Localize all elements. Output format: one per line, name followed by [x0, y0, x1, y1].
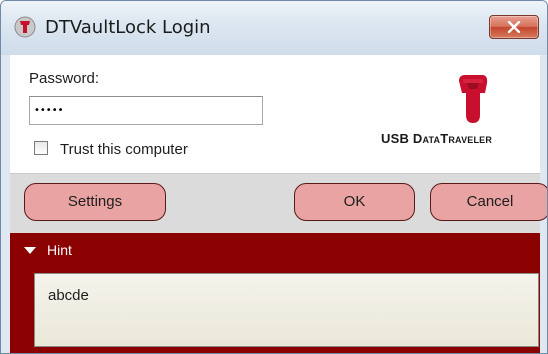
- cancel-button[interactable]: Cancel: [430, 183, 547, 221]
- triangle-down-icon[interactable]: [24, 247, 36, 255]
- ok-button[interactable]: OK: [294, 183, 415, 221]
- hint-panel: Hint abcde: [10, 233, 540, 353]
- window-title: DTVaultLock Login: [45, 17, 211, 38]
- brand-logotype: USB DataTraveler: [381, 131, 493, 146]
- hint-title: Hint: [47, 242, 72, 258]
- app-logo-icon: [14, 16, 36, 38]
- title-bar[interactable]: DTVaultLock Login: [1, 1, 547, 55]
- trust-checkbox[interactable]: [34, 141, 48, 155]
- login-form: Password: Trust this computer USB DataTr…: [10, 55, 540, 173]
- hint-text: abcde: [48, 287, 89, 304]
- trust-label[interactable]: Trust this computer: [60, 141, 188, 158]
- password-field[interactable]: [29, 96, 263, 125]
- dialog-content: Password: Trust this computer USB DataTr…: [10, 55, 547, 353]
- login-window: DTVaultLock Login Password: Trust this c…: [0, 0, 548, 354]
- password-label: Password:: [29, 70, 100, 87]
- close-icon: [507, 21, 521, 33]
- close-button[interactable]: [489, 15, 539, 39]
- kingston-logo-icon: [453, 71, 493, 131]
- settings-button[interactable]: Settings: [24, 183, 166, 221]
- button-bar: Settings OK Cancel: [10, 173, 547, 234]
- hint-text-box: abcde: [34, 273, 539, 347]
